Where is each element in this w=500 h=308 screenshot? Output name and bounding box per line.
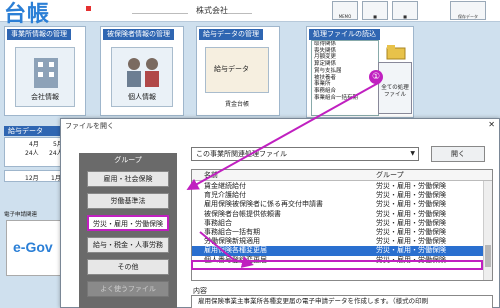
arrow-2 (199, 231, 254, 268)
annotation-arrows (186, 81, 381, 268)
arrow-1 (186, 81, 381, 190)
